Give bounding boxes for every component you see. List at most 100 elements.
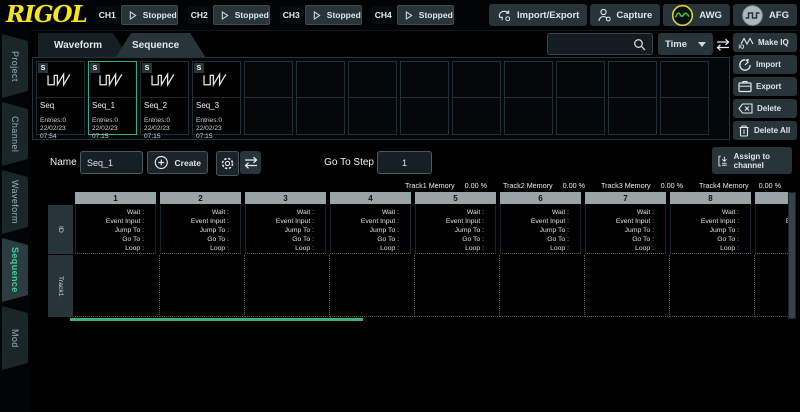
empty-slot[interactable]	[348, 61, 397, 135]
delete-button[interactable]: Delete	[733, 99, 797, 118]
sidebar-tab[interactable]: Channel	[2, 102, 28, 166]
sort-order-toggle[interactable]	[714, 33, 732, 55]
empty-slot[interactable]	[660, 61, 709, 135]
channel-run-button[interactable]: Stopped	[120, 5, 178, 25]
channel-status: CH4 Stopped	[371, 5, 454, 25]
empty-slot[interactable]	[244, 61, 293, 135]
sequence-card[interactable]: S Seq_1 Entries:0 22/02/23 07:15	[88, 61, 137, 140]
id-step-cell[interactable]: Wait :Event Input :Jump To :Go To :Loop …	[245, 205, 326, 254]
sequence-table: ID Track1 1 Wait : Event Input : Jump To :G…	[48, 192, 788, 320]
id-step-cell[interactable]: Wait :Event Input :Jump To :Go To :Loop …	[415, 205, 496, 254]
name-label: Name	[50, 157, 77, 168]
waveform-grid: S Seq Entries:0 22/02/23 07:54 S Seq_1 E…	[36, 61, 709, 140]
export-icon	[738, 81, 752, 93]
column-header[interactable]: 3	[245, 192, 326, 204]
channel-run-button[interactable]: Stopped	[396, 5, 454, 25]
empty-slot[interactable]	[556, 61, 605, 135]
export-button[interactable]: Export	[733, 77, 797, 96]
backspace-delete-icon	[738, 103, 753, 114]
import-export-button[interactable]: Import/Export	[489, 4, 588, 26]
track-step-cell[interactable]	[415, 255, 500, 317]
track-step-cell[interactable]	[670, 255, 755, 317]
afg-mode-button[interactable]: AFG	[732, 4, 797, 26]
id-step-cell[interactable]: Wait :Event Input :Jump To :Go To :Loop …	[75, 205, 156, 254]
empty-slot[interactable]	[296, 61, 345, 135]
column-header[interactable]: 8	[670, 192, 751, 204]
goto-step-input[interactable]	[377, 151, 432, 174]
import-button[interactable]: Import	[733, 55, 797, 74]
topbar: RIGOL CH1 Stopped CH2 Stopped CH3 Stoppe…	[0, 0, 800, 31]
left-sidebar: Project Channel Waveform Sequence Mod	[0, 30, 30, 412]
assign-to-channel-button[interactable]: Assign to channel	[712, 147, 792, 174]
column-header[interactable]: 6	[500, 192, 581, 204]
track-step-cell[interactable]	[245, 255, 330, 317]
column-header[interactable]: 4	[330, 192, 411, 204]
sidebar-tab-label: Channel	[10, 115, 20, 153]
sort-dropdown[interactable]: Time	[658, 33, 713, 55]
sequence-waveform-icon	[47, 72, 71, 87]
id-step-cell[interactable]: Wait :Event Input :Jump To :Go To :Loop …	[160, 205, 241, 254]
id-step-cell[interactable]: Wait :Event Input :Jump To :Go To :Loop …	[670, 205, 751, 254]
track-step-cell[interactable]	[75, 255, 160, 317]
search-input[interactable]	[548, 39, 633, 49]
capture-button[interactable]: Capture	[590, 4, 661, 26]
sequence-card[interactable]: S Seq_2 Entries:0 22/02/23 07:15	[140, 61, 189, 140]
track-step-cell[interactable]	[585, 255, 670, 317]
card-meta: Seq_1 Entries:0 22/02/23 07:15	[89, 98, 136, 143]
empty-slot[interactable]	[400, 61, 449, 135]
column-header[interactable]: 2	[160, 192, 241, 204]
sequence-waveform-icon	[99, 72, 123, 87]
channel-status: CH1 Stopped	[95, 5, 178, 25]
horizontal-scrollbar[interactable]	[70, 318, 363, 321]
play-icon	[313, 10, 321, 20]
vertical-scrollbar[interactable]	[788, 192, 796, 319]
track-step-cell[interactable]	[160, 255, 245, 317]
plus-circle-icon	[154, 155, 168, 170]
track-step-cell[interactable]	[330, 255, 415, 317]
sequence-browser-panel: S Seq Entries:0 22/02/23 07:54 S Seq_1 E…	[32, 57, 730, 140]
app-window: RIGOL CH1 Stopped CH2 Stopped CH3 Stoppe…	[0, 0, 800, 412]
delete-all-button[interactable]: Delete All	[733, 121, 797, 140]
track-step-cell[interactable]	[755, 255, 788, 317]
column-header[interactable]	[755, 192, 788, 204]
name-input[interactable]	[80, 151, 143, 174]
id-step-cell[interactable]: Wait :Event Input :Jump To :Go To :Loop …	[585, 205, 666, 254]
make-iq-button[interactable]: IQ Make IQ	[733, 33, 797, 52]
channel-status-text: Stopped	[418, 10, 453, 20]
column-header[interactable]: 7	[585, 192, 666, 204]
sequence-card[interactable]: S Seq_3 Entries:0 22/02/23 07:15	[192, 61, 241, 140]
reorder-steps-button[interactable]	[240, 151, 261, 174]
sidebar-tab[interactable]: Sequence	[2, 238, 28, 302]
sidebar-tab-label: Mod	[10, 328, 20, 348]
column-header[interactable]: 1	[75, 192, 156, 204]
sequence-badge: S	[90, 63, 100, 73]
channel-run-button[interactable]: Stopped	[304, 5, 362, 25]
sidebar-tab[interactable]: Project	[2, 34, 28, 98]
column-header[interactable]: 5	[415, 192, 496, 204]
awg-mode-button[interactable]: AWG	[663, 4, 730, 26]
sidebar-tab[interactable]: Waveform	[2, 170, 28, 234]
track-step-cell[interactable]	[500, 255, 585, 317]
empty-slot[interactable]	[452, 61, 501, 135]
sidebar-tab[interactable]: Mod	[2, 306, 28, 370]
tab-sequence[interactable]: Sequence	[116, 33, 205, 57]
channel-run-button[interactable]: Stopped	[212, 5, 270, 25]
channel-status: CH3 Stopped	[279, 5, 362, 25]
id-step-cell[interactable]: Wait :Event Input :Jump To :Go To :Loop …	[500, 205, 581, 254]
card-entries: Entries:0	[92, 117, 119, 124]
card-name: Seq_2	[144, 101, 168, 110]
search-icon[interactable]	[633, 38, 646, 51]
sequence-card[interactable]: S Seq Entries:0 22/02/23 07:54	[36, 61, 85, 140]
sequence-settings-button[interactable]	[216, 151, 239, 176]
track-memory-value: 0.00 %	[660, 181, 683, 190]
create-button[interactable]: Create	[147, 151, 208, 174]
id-step-cell[interactable]: Wait :Event Input :Jump To :Go To :Loop …	[755, 205, 788, 254]
card-meta: Seq_2 Entries:0 22/02/23 07:15	[141, 98, 188, 143]
id-step-cell[interactable]: Wait :Event Input :Jump To :Go To :Loop …	[330, 205, 411, 254]
tab-waveform[interactable]: Waveform	[38, 33, 128, 57]
import-icon	[739, 58, 751, 71]
empty-slot[interactable]	[608, 61, 657, 135]
empty-slot[interactable]	[504, 61, 553, 135]
channel-status-group: CH1 Stopped CH2 Stopped CH3 Stopped CH4 …	[95, 5, 454, 25]
goto-step-label: Go To Step	[324, 157, 374, 168]
